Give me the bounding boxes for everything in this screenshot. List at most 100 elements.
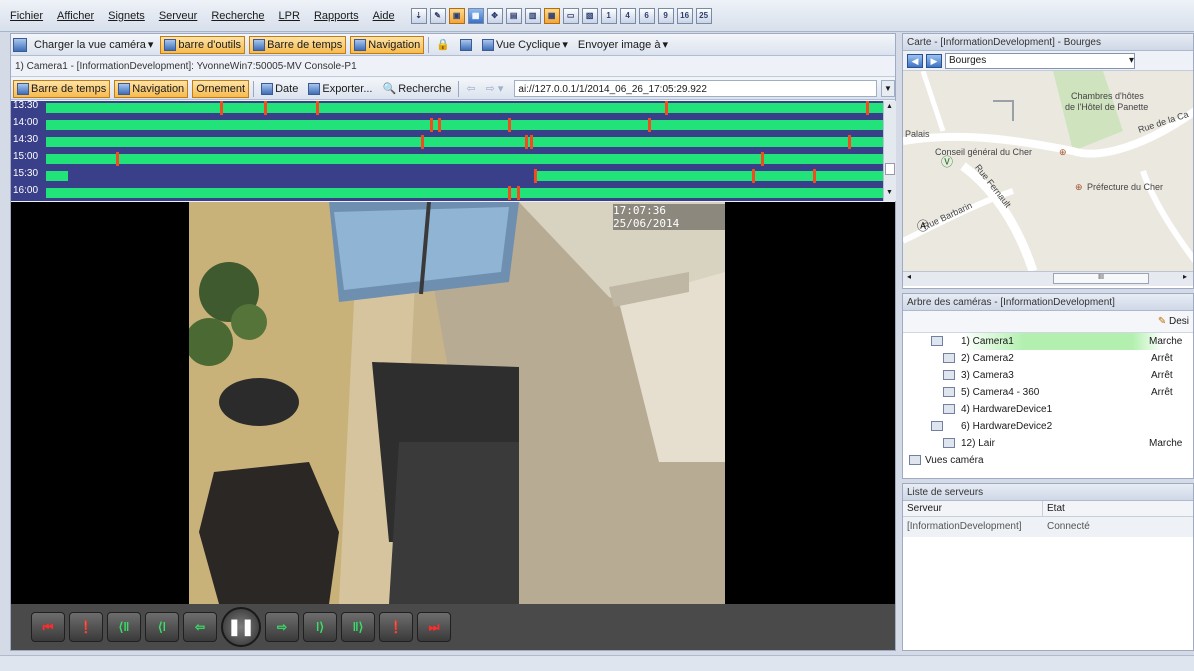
forward-nav-button[interactable]: ⇨ ▾	[483, 80, 507, 98]
timeline-event-mark[interactable]	[865, 101, 869, 115]
menu-afficher[interactable]: Afficher	[57, 10, 94, 22]
layout-25-icon[interactable]: 25	[695, 7, 712, 24]
layout-single-icon[interactable]: ▤	[505, 7, 522, 24]
menu-recherche[interactable]: Recherche	[211, 10, 264, 22]
send-image-button[interactable]: Envoyer image à ▾	[575, 36, 671, 54]
map-scroll-thumb[interactable]: III	[1053, 273, 1149, 284]
back-nav-button[interactable]: ⇦	[463, 80, 478, 98]
timeline-event-mark[interactable]	[529, 135, 533, 149]
fullscreen-icon[interactable]: ▦	[467, 7, 484, 24]
toolbar-toggle-button[interactable]: barre d'outils	[160, 35, 246, 54]
date-button[interactable]: Date	[258, 80, 301, 98]
window-icon[interactable]: ▣	[448, 7, 465, 24]
map-scrollbar[interactable]: ◂ III ▸	[903, 271, 1193, 286]
navigation-toggle-button[interactable]: Navigation	[350, 35, 425, 54]
column-state[interactable]: Etat	[1043, 501, 1065, 516]
tree-item-lair[interactable]: 12) Lair Marche	[903, 435, 1193, 452]
start-button[interactable]: ⏮	[31, 612, 65, 642]
timeline-event-mark[interactable]	[263, 101, 267, 115]
layout-9-icon[interactable]: 9	[657, 7, 674, 24]
tree-item-hardware1[interactable]: 4) HardwareDevice1	[903, 401, 1193, 418]
tree-item-hardware2[interactable]: 6) HardwareDevice2	[903, 418, 1193, 435]
pause-button[interactable]: ❚❚	[221, 607, 261, 647]
save-icon[interactable]	[13, 37, 27, 52]
timeline-event-mark[interactable]	[752, 169, 756, 183]
camera-marker-icon[interactable]: Ⓥ	[941, 153, 953, 170]
timeline-row[interactable]: 14:30	[11, 133, 883, 151]
layout-1-icon[interactable]: 1	[600, 7, 617, 24]
tree-item-camera-views[interactable]: Vues caméra	[903, 452, 1193, 469]
layout-4-icon[interactable]: 4	[619, 7, 636, 24]
timebar-toggle-button[interactable]: Barre de temps	[249, 35, 347, 54]
menu-fichier[interactable]: Fichier	[10, 10, 43, 22]
camera-marker-icon[interactable]: Ⓐ	[917, 217, 929, 234]
scroll-thumb[interactable]	[885, 163, 895, 175]
swap-button[interactable]	[457, 36, 475, 54]
scroll-left-icon[interactable]: ◂	[907, 272, 911, 281]
layout-6-icon[interactable]: 6	[638, 7, 655, 24]
end-button[interactable]: ⏭	[417, 612, 451, 642]
search-button[interactable]: 🔍 Recherche	[380, 80, 455, 98]
timeline-event-mark[interactable]	[665, 101, 668, 115]
archive-url[interactable]: ai://127.0.0.1/1/2014_06_26_17:05:29.922	[514, 80, 877, 97]
layout-split-icon[interactable]: ▥	[524, 7, 541, 24]
map-view[interactable]: Chambres d'hôtes de l'Hôtel de Panette R…	[903, 71, 1193, 271]
timeline-event-mark[interactable]	[647, 118, 651, 132]
timeline-event-mark[interactable]	[420, 135, 424, 149]
map-forward-icon[interactable]: ▶	[926, 53, 942, 68]
tree-item-camera4[interactable]: 5) Camera4 - 360 Arrêt	[903, 384, 1193, 401]
design-button[interactable]: ✎ Desi	[1158, 316, 1189, 327]
timeline-event-mark[interactable]	[429, 118, 433, 132]
camera-timebar-button[interactable]: Barre de temps	[13, 79, 111, 98]
lock-button[interactable]: 🔒	[433, 36, 453, 54]
url-dropdown-icon[interactable]: ▼	[881, 80, 895, 97]
timeline-row[interactable]: 14:00	[11, 116, 883, 134]
move-icon[interactable]: ✥	[486, 7, 503, 24]
timeline[interactable]: 13:30 14:00 14:30 15:00 15:30 16:00	[11, 101, 883, 201]
timeline-event-mark[interactable]	[115, 152, 119, 166]
step-back-button[interactable]: ⟨ǀ	[145, 612, 179, 642]
next-marker-button[interactable]: ❗	[379, 612, 413, 642]
layout-16-icon[interactable]: 16	[676, 7, 693, 24]
timeline-row[interactable]: 15:00	[11, 150, 883, 168]
timeline-event-mark[interactable]	[220, 101, 224, 115]
fast-rewind-button[interactable]: ⟨ǁ	[107, 612, 141, 642]
layout-grid-icon[interactable]: ▦	[543, 7, 560, 24]
menu-signets[interactable]: Signets	[108, 10, 145, 22]
timeline-event-mark[interactable]	[508, 186, 512, 200]
camera-navigation-button[interactable]: Navigation	[114, 79, 189, 98]
edit-icon[interactable]: ✎	[429, 7, 446, 24]
video-area[interactable]: 17:07:36 25/06/2014	[11, 202, 895, 604]
map-back-icon[interactable]: ◀	[907, 53, 923, 68]
timeline-row[interactable]: 16:00	[11, 184, 883, 201]
export-icon[interactable]: ⇣	[410, 7, 427, 24]
export-button[interactable]: Exporter...	[305, 80, 375, 98]
table-row[interactable]: [InformationDevelopment] Connecté	[903, 517, 1193, 537]
ornament-button[interactable]: Ornement	[192, 79, 250, 98]
load-view-button[interactable]: Charger la vue caméra ▾	[31, 36, 156, 54]
menu-aide[interactable]: Aide	[373, 10, 395, 22]
menu-serveur[interactable]: Serveur	[159, 10, 198, 22]
timeline-event-mark[interactable]	[516, 186, 520, 200]
cyclic-view-button[interactable]: Vue Cyclique ▾	[479, 36, 571, 54]
play-button[interactable]: ⇨	[265, 612, 299, 642]
timeline-row[interactable]: 15:30	[11, 167, 883, 185]
timeline-event-mark[interactable]	[316, 101, 320, 115]
timeline-row[interactable]: 13:30	[11, 101, 883, 117]
timeline-event-mark[interactable]	[534, 169, 538, 183]
city-select[interactable]: Bourges ▾	[945, 52, 1135, 69]
prev-marker-button[interactable]: ❗	[69, 612, 103, 642]
timeline-event-mark[interactable]	[438, 118, 442, 132]
timeline-event-mark[interactable]	[848, 135, 852, 149]
menu-lpr[interactable]: LPR	[279, 10, 300, 22]
tree-item-camera3[interactable]: 3) Camera3 Arrêt	[903, 367, 1193, 384]
menu-rapports[interactable]: Rapports	[314, 10, 359, 22]
timeline-event-mark[interactable]	[525, 135, 529, 149]
timeline-event-mark[interactable]	[813, 169, 817, 183]
timeline-event-mark[interactable]	[508, 118, 512, 132]
column-server[interactable]: Serveur	[903, 501, 1043, 516]
tree-item-camera1[interactable]: 1) Camera1 Marche	[903, 333, 1193, 350]
layout-strip-icon[interactable]: ▧	[581, 7, 598, 24]
scroll-right-icon[interactable]: ▸	[1183, 272, 1187, 281]
timeline-scrollbar[interactable]: ▲ ▼	[883, 101, 896, 201]
